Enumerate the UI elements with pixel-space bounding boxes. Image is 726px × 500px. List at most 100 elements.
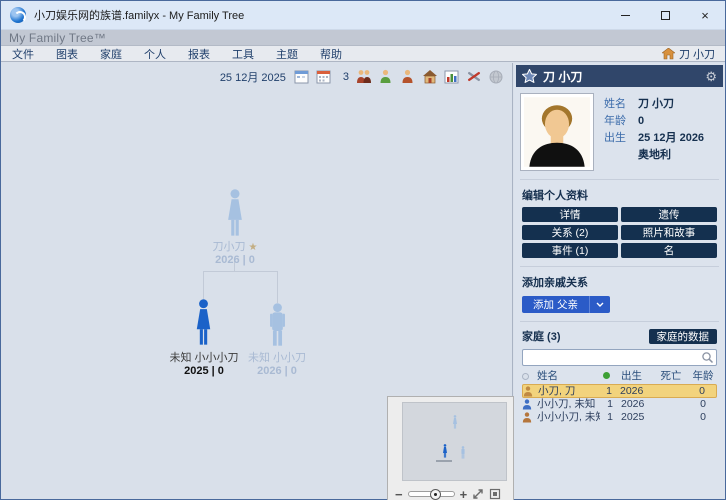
actual-size-icon[interactable]: [489, 488, 501, 500]
person-icon: [522, 399, 532, 410]
table-row[interactable]: 小小刀, 未知 1 2026 0: [522, 398, 717, 411]
tools-button[interactable]: [465, 68, 482, 85]
header-age[interactable]: 年龄: [689, 370, 717, 383]
minimap-label-mark: [436, 460, 452, 462]
detail-label: [604, 147, 634, 164]
person-card: 姓名 刀 小刀 年龄 0 出生 25 12月 2026 奥地利: [516, 87, 723, 177]
tree-canvas[interactable]: 25 12月 2025 3: [1, 63, 513, 499]
living-status-icon: [603, 372, 610, 379]
tree-person-child-1[interactable]: [192, 299, 215, 349]
family-table: 姓名 出生 死亡 年龄 小刀, 刀 1 2026 0: [516, 370, 723, 424]
row-count: 1: [600, 411, 613, 424]
gear-icon[interactable]: ⚙: [705, 70, 717, 83]
home-person-name: 刀 小刀: [679, 46, 715, 62]
timeline-button[interactable]: [293, 68, 310, 85]
panel-person-name: 刀 小刀: [543, 68, 705, 85]
menu-themes[interactable]: 主题: [265, 46, 309, 62]
close-button[interactable]: ×: [685, 1, 725, 29]
home-person-indicator[interactable]: 刀 小刀: [662, 46, 717, 62]
person-details: 姓名 刀 小刀 年龄 0 出生 25 12月 2026 奥地利: [594, 93, 704, 171]
zoom-controls: − +: [388, 485, 513, 500]
detail-label: 出生: [604, 130, 634, 147]
detail-label: 姓名: [604, 96, 634, 113]
detail-value-birth: 25 12月 2026: [638, 130, 704, 147]
show-person-2-button[interactable]: [399, 68, 416, 85]
tree-person-child-2[interactable]: [266, 303, 289, 350]
minimize-icon: [621, 15, 630, 16]
photos-stories-button[interactable]: 照片和故事: [621, 225, 717, 240]
couple-icon: [356, 69, 372, 84]
avatar: [524, 97, 590, 167]
genetics-button[interactable]: 遗传: [621, 207, 717, 222]
web-search-button[interactable]: [487, 68, 504, 85]
row-count: 1: [600, 398, 613, 411]
menu-reports[interactable]: 报表: [177, 46, 221, 62]
header-death[interactable]: 死亡: [653, 370, 689, 383]
menu-tools[interactable]: 工具: [221, 46, 265, 62]
row-birth: 2025: [613, 411, 653, 424]
favorite-star-icon[interactable]: [522, 69, 537, 83]
table-row[interactable]: 小刀, 刀 1 2026 0: [522, 384, 717, 398]
male-figure-icon: [266, 303, 289, 347]
fit-to-window-icon[interactable]: [472, 488, 484, 500]
names-button[interactable]: 名: [621, 243, 717, 258]
minimize-button[interactable]: [605, 1, 645, 29]
show-couple-button[interactable]: [355, 68, 372, 85]
tree-person-root[interactable]: [223, 189, 247, 240]
minimap-person-icon: [451, 415, 459, 429]
chevron-down-icon: [596, 302, 604, 307]
row-age: 0: [689, 411, 717, 424]
date-picker-button[interactable]: [315, 68, 332, 85]
table-row[interactable]: 小小小刀, 未知 1 2025 0: [522, 411, 717, 424]
female-figure-icon: [192, 299, 215, 346]
minimap-preview[interactable]: [402, 402, 507, 481]
menu-file[interactable]: 文件: [9, 46, 45, 62]
minimap-panel: − +: [387, 396, 514, 500]
search-input[interactable]: [522, 349, 717, 366]
child-2-name: 未知 小小刀: [248, 352, 306, 364]
search-icon: [701, 351, 714, 364]
family-data-button[interactable]: 家庭的数据: [649, 329, 718, 344]
row-count: 1: [599, 385, 612, 398]
female-figure-icon: [223, 189, 247, 237]
family-search: [522, 349, 717, 366]
events-button[interactable]: 事件 (1): [522, 243, 618, 258]
person-panel-header: 刀 小刀 ⚙: [516, 65, 723, 87]
row-birth: 2026: [613, 398, 653, 411]
show-person-button[interactable]: [377, 68, 394, 85]
app-icon: [10, 7, 26, 23]
home-icon: [662, 48, 675, 60]
menu-charts[interactable]: 图表: [45, 46, 89, 62]
row-name: 小小小刀, 未知: [537, 411, 600, 424]
detail-label: 年龄: [604, 113, 634, 130]
maximize-icon: [661, 11, 670, 20]
person-photo[interactable]: [520, 93, 594, 171]
zoom-slider[interactable]: [408, 491, 455, 497]
home-view-button[interactable]: [421, 68, 438, 85]
relationships-button[interactable]: 关系 (2): [522, 225, 618, 240]
add-relative-dropdown[interactable]: [589, 296, 610, 313]
menu-person[interactable]: 个人: [133, 46, 177, 62]
row-name: 小刀, 刀: [538, 385, 599, 398]
edit-section-title: 编辑个人资料: [516, 182, 723, 207]
header-name[interactable]: 姓名: [537, 370, 600, 383]
generations-count: 3: [343, 71, 349, 83]
add-father-button[interactable]: 添加 父亲: [522, 296, 589, 313]
brand-bar: My Family Tree™: [1, 30, 725, 46]
brand-title: My Family Tree™: [9, 31, 106, 45]
person-panel: 刀 小刀 ⚙ 姓名 刀 小刀 年龄: [514, 63, 725, 499]
menu-help[interactable]: 帮助: [309, 46, 353, 62]
zoom-in-button[interactable]: +: [460, 488, 468, 500]
menu-family[interactable]: 家庭: [89, 46, 133, 62]
tree-connector: [277, 271, 278, 303]
sort-icon[interactable]: [522, 373, 529, 380]
header-birth[interactable]: 出生: [613, 370, 653, 383]
maximize-button[interactable]: [645, 1, 685, 29]
person-green-icon: [379, 69, 392, 84]
title-bar: 小刀娱乐网的族谱.familyx - My Family Tree ×: [1, 1, 725, 30]
statistics-button[interactable]: [443, 68, 460, 85]
tools-icon: [466, 69, 482, 84]
zoom-out-button[interactable]: −: [395, 488, 403, 500]
zoom-slider-handle[interactable]: [430, 489, 441, 500]
details-button[interactable]: 详情: [522, 207, 618, 222]
